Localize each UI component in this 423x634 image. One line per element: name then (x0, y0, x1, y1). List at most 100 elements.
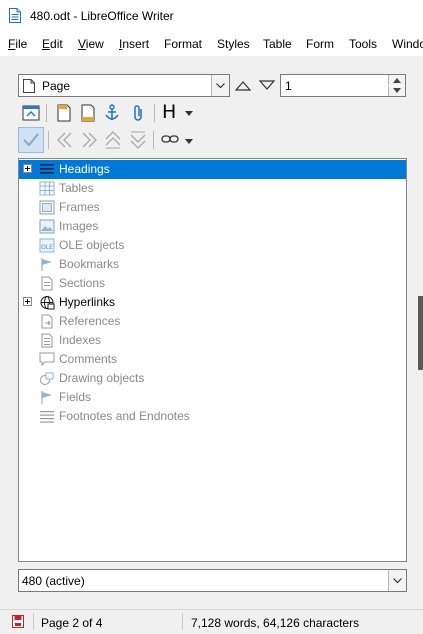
navigate-by-value: Page (42, 79, 71, 93)
menu-window-label: Windo (392, 37, 423, 51)
tree-item-fields[interactable]: Fields (19, 388, 406, 407)
footnote-icon (39, 409, 55, 424)
window-title: 480.odt - LibreOffice Writer (30, 9, 174, 23)
tree-item-frames[interactable]: Frames (19, 198, 406, 217)
tree-item-label: Hyperlinks (59, 295, 116, 309)
paperclip-icon[interactable] (128, 103, 148, 123)
promote-chapter-icon[interactable] (55, 130, 75, 150)
page-icon (23, 79, 35, 93)
toggle-navigator-icon[interactable] (21, 103, 41, 123)
tree-item-headings[interactable]: Headings (19, 160, 406, 179)
menu-format[interactable]: Format (164, 37, 202, 51)
demote-level-icon[interactable] (128, 130, 148, 150)
header-icon[interactable] (54, 103, 74, 123)
tree-item-images[interactable]: Images (19, 217, 406, 236)
document-dropdown-button[interactable] (388, 570, 406, 591)
frame-icon (39, 200, 55, 215)
menu-bar: File Edit View Insert Format Styles Tabl… (0, 32, 423, 56)
demote-chapter-icon[interactable] (79, 130, 99, 150)
svg-text:OLE: OLE (41, 244, 53, 251)
menu-form[interactable]: Form (306, 37, 334, 51)
navigator-content-tree[interactable]: Headings Tables Frames Images OLE OLE objects… (18, 158, 407, 562)
tree-item-label: Footnotes and Endnotes (59, 409, 190, 423)
toolbar-separator (154, 104, 155, 122)
anchor-icon[interactable] (102, 103, 122, 123)
spin-down-button[interactable] (388, 86, 405, 96)
section-icon (39, 276, 55, 291)
hyperlink-icon (39, 295, 55, 310)
index-icon (39, 333, 55, 348)
chevron-down-icon (393, 578, 402, 584)
tree-item-label: References (59, 314, 121, 328)
page-number-spinbox[interactable]: 1 (280, 74, 406, 97)
toolbar-separator (153, 131, 154, 149)
table-icon (39, 181, 55, 196)
expand-toggle-icon[interactable] (23, 297, 32, 306)
spin-up-button[interactable] (388, 75, 405, 85)
title-bar: 480.odt - LibreOffice Writer (0, 0, 423, 32)
document-value: 480 (active) (22, 574, 85, 588)
menu-table-label: Table (263, 37, 292, 51)
menu-tools[interactable]: Tools (349, 37, 377, 51)
menu-styles-label: Styles (217, 37, 250, 51)
status-bar: Page 2 of 4 7,128 words, 64,126 characte… (0, 609, 423, 634)
tree-item-hyperlinks[interactable]: Hyperlinks (19, 293, 406, 312)
next-element-button[interactable] (259, 80, 275, 91)
menu-window[interactable]: Windo (392, 37, 423, 51)
drag-mode-button[interactable] (160, 130, 196, 150)
tree-item-references[interactable]: References (19, 312, 406, 331)
menu-table[interactable]: Table (263, 37, 292, 51)
document-dropdown[interactable]: 480 (active) (18, 569, 407, 592)
menu-file-label: ile (15, 37, 28, 51)
tree-item-label: Headings (59, 162, 110, 176)
checkmark-icon (23, 133, 39, 147)
tree-item-footnotes-and-endnotes[interactable]: Footnotes and Endnotes (19, 407, 406, 426)
toolbar-separator (46, 104, 47, 122)
expand-toggle-icon[interactable] (23, 164, 32, 173)
tree-item-label: Sections (59, 276, 106, 290)
tree-item-tables[interactable]: Tables (19, 179, 406, 198)
tree-item-ole-objects[interactable]: OLE OLE objects (19, 236, 406, 255)
navigate-by-dropdown-button[interactable] (211, 75, 229, 96)
page-count[interactable]: Page 2 of 4 (41, 616, 102, 630)
menu-insert[interactable]: Insert (119, 37, 149, 51)
tree-item-label: Tables (59, 181, 94, 195)
headings-icon (39, 162, 55, 177)
document-modified-icon[interactable] (12, 615, 24, 628)
tree-item-label: OLE objects (59, 238, 125, 252)
ole-icon: OLE (39, 238, 55, 253)
tree-item-indexes[interactable]: Indexes (19, 331, 406, 350)
promote-level-icon[interactable] (103, 130, 123, 150)
menu-styles[interactable]: Styles (217, 37, 250, 51)
menu-file[interactable]: File (8, 37, 27, 51)
menu-format-label: Format (164, 37, 203, 51)
menu-view-mnemonic: V (78, 37, 86, 51)
field-icon (39, 390, 55, 405)
word-count[interactable]: 7,128 words, 64,126 characters (191, 616, 359, 630)
footer-icon[interactable] (78, 103, 98, 123)
sidebar-collapse-handle[interactable] (418, 296, 423, 370)
dropdown-arrow-icon (185, 139, 193, 144)
tree-item-comments[interactable]: Comments (19, 350, 406, 369)
content-navigation-toggle[interactable] (18, 127, 44, 153)
heading-level-button[interactable]: H (160, 101, 196, 124)
spin-down-icon (393, 88, 401, 93)
tree-item-bookmarks[interactable]: Bookmarks (19, 255, 406, 274)
status-separator (33, 613, 34, 630)
previous-element-button[interactable] (235, 80, 251, 91)
menu-view[interactable]: View (78, 37, 104, 51)
tree-item-label: Bookmarks (59, 257, 120, 271)
navigate-by-dropdown[interactable]: Page (18, 74, 230, 97)
chevron-down-icon (216, 83, 225, 89)
page-number-value: 1 (285, 79, 292, 93)
comment-icon (39, 352, 55, 367)
chain-link-icon (161, 135, 179, 143)
tree-item-sections[interactable]: Sections (19, 274, 406, 293)
tree-item-label: Drawing objects (59, 371, 145, 385)
menu-insert-label: nsert (122, 37, 150, 51)
menu-edit[interactable]: Edit (42, 37, 63, 51)
reference-icon (39, 314, 55, 329)
menu-edit-label: dit (50, 37, 63, 51)
tree-item-drawing-objects[interactable]: Drawing objects (19, 369, 406, 388)
tree-item-label: Comments (59, 352, 118, 366)
